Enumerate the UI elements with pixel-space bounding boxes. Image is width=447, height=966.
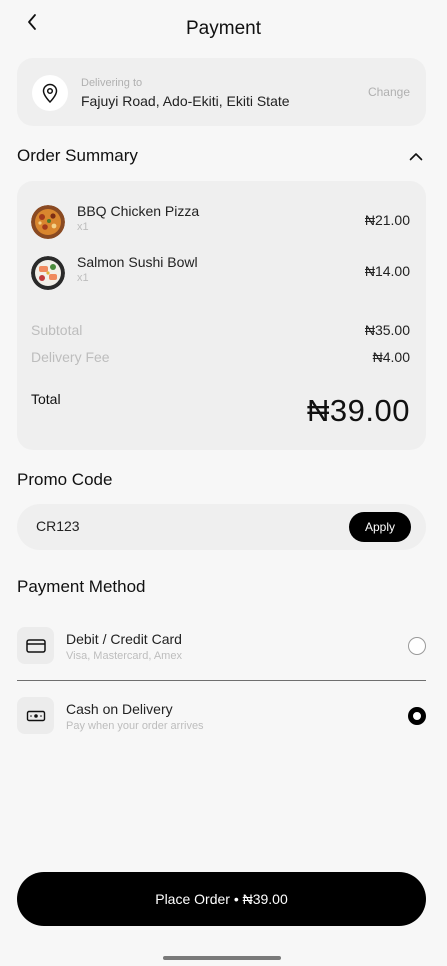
promo-code-title: Promo Code	[17, 470, 113, 489]
delivery-address-card: Delivering to Fajuyi Road, Ado-Ekiti, Ek…	[17, 58, 426, 126]
total-value: ₦39.00	[307, 393, 410, 428]
page-title: Payment	[186, 18, 261, 39]
payment-option-cash[interactable]: Cash on Delivery Pay when your order arr…	[17, 687, 426, 747]
item-quantity: x1	[77, 221, 89, 233]
sushi-bowl-image	[31, 256, 65, 290]
radio-button[interactable]	[408, 637, 426, 655]
payment-option-card[interactable]: Debit / Credit Card Visa, Mastercard, Am…	[17, 617, 426, 677]
item-name: BBQ Chicken Pizza	[77, 203, 200, 219]
location-pin-icon	[32, 75, 68, 111]
order-item: Salmon Sushi Bowl x1 ₦14.00	[31, 254, 410, 294]
payment-option-title: Debit / Credit Card	[66, 631, 182, 647]
pizza-image	[31, 205, 65, 239]
item-price: ₦14.00	[364, 263, 410, 279]
promo-code-input[interactable]	[36, 518, 296, 534]
item-quantity: x1	[77, 272, 89, 284]
payment-option-subtitle: Pay when your order arrives	[66, 720, 204, 732]
header: Payment	[0, 0, 447, 58]
change-address-button[interactable]: Change	[368, 85, 410, 99]
credit-card-icon	[17, 627, 54, 664]
delivery-fee-value: ₦4.00	[372, 349, 410, 365]
order-item: BBQ Chicken Pizza x1 ₦21.00	[31, 203, 410, 243]
place-order-button[interactable]: Place Order • ₦39.00	[17, 872, 426, 926]
chevron-up-icon	[409, 152, 423, 160]
payment-option-title: Cash on Delivery	[66, 701, 173, 717]
apply-promo-button[interactable]: Apply	[349, 512, 411, 542]
payment-option-subtitle: Visa, Mastercard, Amex	[66, 650, 182, 662]
home-indicator	[163, 956, 281, 960]
total-label: Total	[31, 391, 61, 407]
item-price: ₦21.00	[364, 212, 410, 228]
subtotal-label: Subtotal	[31, 322, 83, 338]
order-summary-card: BBQ Chicken Pizza x1 ₦21.00 Salmon Sushi…	[17, 181, 426, 450]
collapse-summary-button[interactable]	[407, 148, 425, 164]
cash-icon	[17, 697, 54, 734]
order-summary-title: Order Summary	[17, 146, 138, 165]
delivery-address: Fajuyi Road, Ado-Ekiti, Ekiti State	[81, 93, 290, 109]
delivery-fee-label: Delivery Fee	[31, 349, 110, 365]
delivering-to-label: Delivering to	[81, 77, 143, 89]
promo-code-box: Apply	[17, 504, 426, 550]
item-name: Salmon Sushi Bowl	[77, 254, 198, 270]
divider	[17, 680, 426, 681]
subtotal-value: ₦35.00	[364, 322, 410, 338]
radio-button-selected[interactable]	[408, 707, 426, 725]
payment-method-title: Payment Method	[17, 577, 146, 596]
